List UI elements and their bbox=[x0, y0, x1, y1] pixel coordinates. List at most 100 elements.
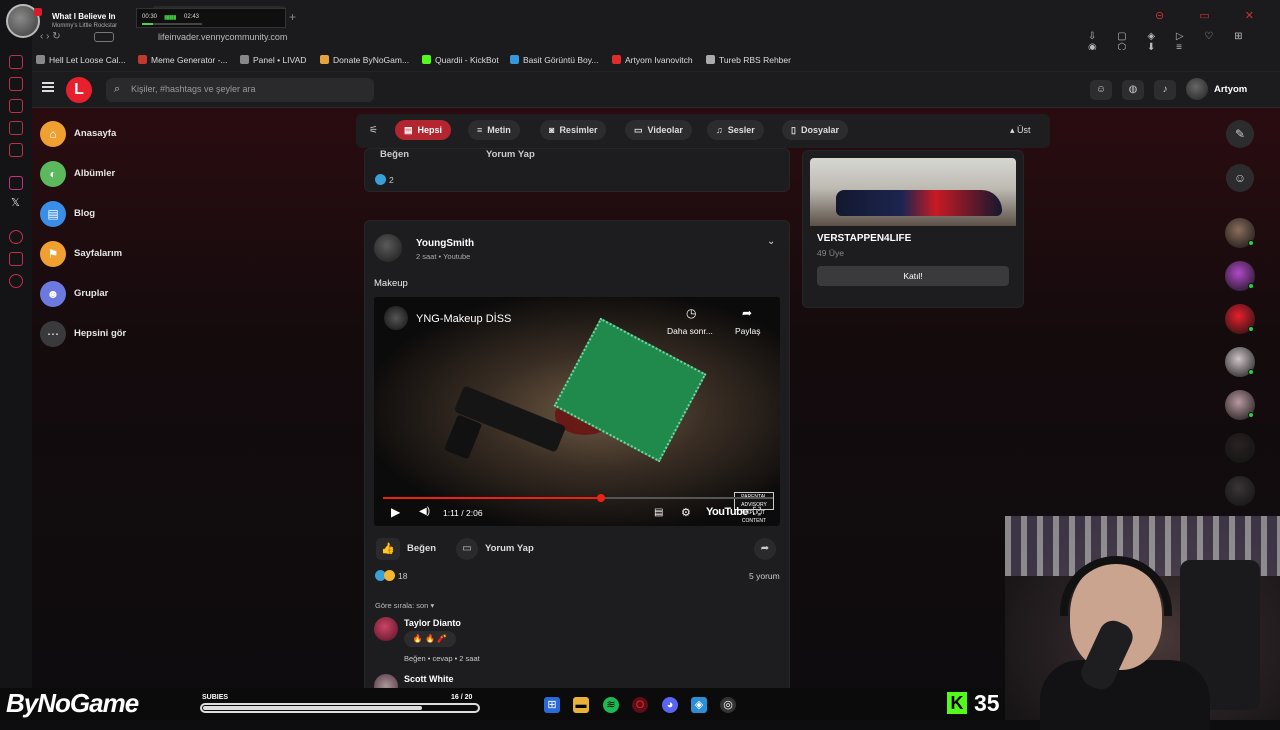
watch-later-button[interactable]: Daha sonr... bbox=[667, 326, 713, 336]
settings-icon[interactable] bbox=[9, 274, 23, 288]
discord-icon[interactable]: ◕ bbox=[662, 697, 678, 713]
tab-resimler[interactable]: ◙ Resimler bbox=[540, 120, 607, 140]
sidebar-item-label: Anasayfa bbox=[74, 128, 117, 139]
youtube-logo[interactable]: YouTube bbox=[706, 506, 748, 518]
menu-icon[interactable] bbox=[42, 82, 54, 92]
online-friend-avatar[interactable] bbox=[1225, 476, 1255, 506]
post-meta: 2 saat • Youtube bbox=[416, 252, 471, 261]
bookmark-item[interactable]: Hell Let Loose Cal... bbox=[36, 55, 126, 65]
vpn-icon[interactable] bbox=[94, 32, 114, 42]
reaction-count[interactable]: 18 bbox=[398, 571, 407, 581]
scroll-top-button[interactable]: ▴ Üst bbox=[1010, 125, 1031, 136]
join-group-button[interactable]: Katıl! bbox=[817, 266, 1009, 286]
filter-icon: ▯ bbox=[791, 125, 796, 135]
comment-actions[interactable]: Beğen • cevap • 2 saat bbox=[404, 654, 480, 663]
thumbs-up-icon[interactable]: 👍 bbox=[376, 538, 400, 560]
bookmark-item[interactable]: Tureb RBS Rehber bbox=[706, 55, 791, 65]
captions-icon[interactable]: ▤ bbox=[654, 507, 663, 518]
site-logo[interactable]: L bbox=[66, 77, 92, 103]
bookmark-item[interactable]: Panel • LIVAD bbox=[240, 55, 306, 65]
notifications-icon[interactable]: ♪ bbox=[1154, 80, 1176, 100]
tab-sesler[interactable]: ♫ Sesler bbox=[707, 120, 764, 140]
tab-videolar[interactable]: ▭ Videolar bbox=[625, 120, 692, 140]
bookmark-favicon-icon bbox=[612, 55, 621, 64]
bookmark-favicon-icon bbox=[706, 55, 715, 64]
kick-viewer-count: 35 bbox=[974, 690, 1000, 716]
windows-start-icon[interactable]: ⊞ bbox=[544, 697, 560, 713]
bookmark-item[interactable]: Artyom Ivanovitch bbox=[612, 55, 693, 65]
messages-icon[interactable]: ◍ bbox=[1122, 80, 1144, 100]
sidebar-app-icon[interactable] bbox=[9, 121, 23, 135]
sidebar-app-icon[interactable] bbox=[9, 77, 23, 91]
window-controls[interactable]: ⊝ ▭ ✕ bbox=[1155, 9, 1270, 22]
user-name[interactable]: Artyom bbox=[1214, 84, 1247, 95]
new-post-icon[interactable]: ✎ bbox=[1226, 120, 1254, 148]
tab-hepsi[interactable]: ▤ Hepsi bbox=[395, 120, 452, 140]
add-friend-icon[interactable]: ☺ bbox=[1226, 164, 1254, 192]
video-title[interactable]: YNG-Makeup DİSS bbox=[416, 313, 511, 325]
filter-icon: ▭ bbox=[634, 125, 643, 135]
group-name[interactable]: VERSTAPPEN4LIFE bbox=[817, 233, 911, 244]
app-icon[interactable]: ◈ bbox=[691, 697, 707, 713]
gear-icon[interactable]: ⚙ bbox=[681, 506, 691, 519]
post-text: Makeup bbox=[374, 278, 408, 289]
bookmark-item[interactable]: Quardii - KickBot bbox=[422, 55, 499, 65]
online-status-dot bbox=[1248, 240, 1254, 246]
comment-icon[interactable]: ▭ bbox=[456, 538, 478, 560]
share-icon[interactable]: ➦ bbox=[742, 306, 752, 320]
sidebar-app-icon[interactable] bbox=[9, 55, 23, 69]
online-friend-avatar[interactable] bbox=[1225, 433, 1255, 463]
like-button[interactable]: Beğen bbox=[380, 149, 409, 160]
like-button[interactable]: Beğen bbox=[407, 543, 436, 554]
subs-label: SUBIES bbox=[202, 694, 229, 701]
clock-icon[interactable]: ◷ bbox=[686, 306, 696, 320]
history-icon[interactable] bbox=[9, 230, 23, 244]
post-author[interactable]: YoungSmith bbox=[416, 238, 474, 249]
url-text[interactable]: lifeinvader.vennycommunity.com bbox=[158, 32, 287, 42]
avatar[interactable] bbox=[374, 234, 402, 262]
x-icon[interactable]: 𝕏 bbox=[11, 196, 20, 209]
share-icon[interactable]: ➦ bbox=[754, 538, 776, 560]
tab-metin[interactable]: ≡ Metin bbox=[468, 120, 520, 140]
sidebar-app-icon[interactable] bbox=[9, 143, 23, 157]
folder-icon[interactable]: ▬ bbox=[573, 697, 589, 713]
steam-icon[interactable]: ◎ bbox=[720, 697, 736, 713]
fullscreen-icon[interactable]: ⛶ bbox=[753, 506, 761, 519]
avatar[interactable] bbox=[1186, 78, 1208, 100]
sidebar-item-label: Sayfalarım bbox=[74, 248, 123, 259]
opera-icon[interactable]: O bbox=[632, 697, 648, 713]
media-visualizer: ▮▮▮▮▮ bbox=[164, 15, 176, 21]
sidebar-item-label: Gruplar bbox=[74, 288, 109, 299]
comment-count[interactable]: 5 yorum bbox=[749, 571, 780, 581]
tab-dosyalar[interactable]: ▯ Dosyalar bbox=[782, 120, 848, 140]
filter-settings-icon[interactable]: ⚟ bbox=[369, 125, 378, 136]
reaction-icon bbox=[384, 570, 395, 581]
bookmark-item[interactable]: Basit Görüntü Boy... bbox=[510, 55, 598, 65]
sidebar-app-icon[interactable] bbox=[9, 99, 23, 113]
comment-author[interactable]: Scott White bbox=[404, 674, 454, 684]
volume-icon[interactable]: ◀) bbox=[419, 506, 430, 517]
video-share-button[interactable]: Paylaş bbox=[735, 326, 761, 336]
new-tab-button[interactable]: + bbox=[289, 10, 296, 24]
comment-button[interactable]: Yorum Yap bbox=[485, 543, 534, 554]
play-icon[interactable]: ▶ bbox=[391, 505, 400, 519]
channel-avatar[interactable] bbox=[384, 306, 408, 330]
bookmark-item[interactable]: Meme Generator -... bbox=[138, 55, 228, 65]
comment-button[interactable]: Yorum Yap bbox=[486, 149, 535, 160]
comment-author[interactable]: Taylor Dianto bbox=[404, 618, 461, 628]
nav-arrows-icon[interactable]: ‹ › ↻ bbox=[40, 31, 61, 42]
sidebar-item-label: Blog bbox=[74, 208, 96, 219]
chevron-down-icon[interactable]: ⌄ bbox=[767, 236, 775, 247]
instagram-icon[interactable] bbox=[9, 176, 23, 190]
spotify-icon[interactable]: ≋ bbox=[603, 697, 619, 713]
sort-dropdown[interactable]: Göre sırala: son ▾ bbox=[375, 601, 434, 610]
stream-logo: ByNoGame bbox=[6, 688, 139, 718]
media-player[interactable] bbox=[136, 8, 286, 28]
extensions-icon[interactable] bbox=[9, 252, 23, 266]
avatar[interactable] bbox=[374, 617, 398, 641]
feed-filter-bar bbox=[356, 114, 1050, 148]
bookmark-label: Meme Generator -... bbox=[151, 55, 228, 65]
bookmark-item[interactable]: Donate ByNoGam... bbox=[320, 55, 409, 65]
pages-icon: ⚑ bbox=[40, 241, 66, 267]
friends-icon[interactable]: ☺ bbox=[1090, 80, 1112, 100]
